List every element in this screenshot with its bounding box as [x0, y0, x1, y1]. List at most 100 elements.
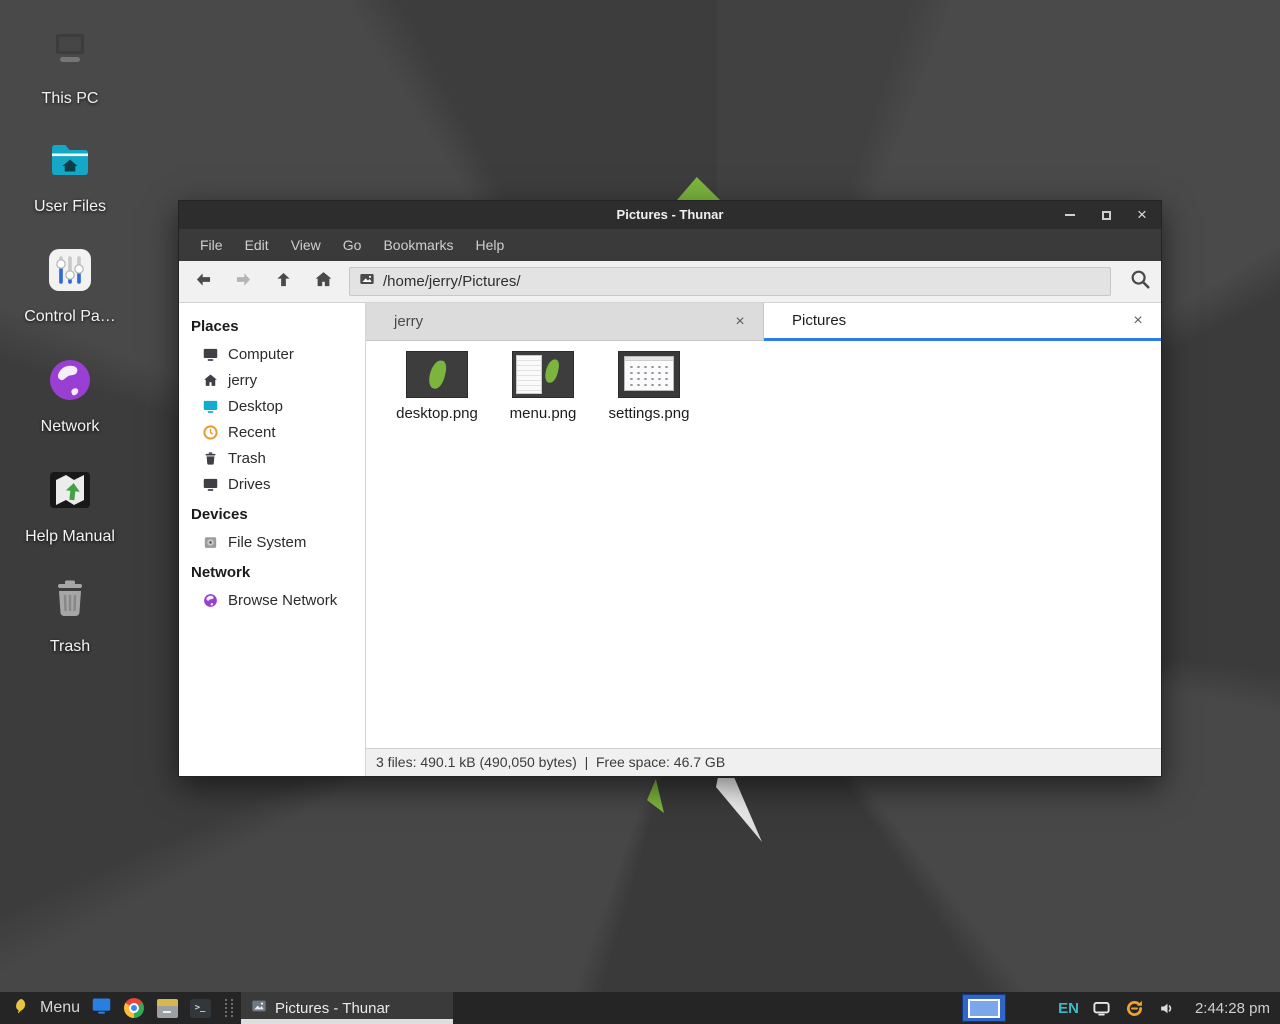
up-arrow-icon — [273, 269, 294, 295]
sidebar-item-jerry[interactable]: jerry — [179, 367, 365, 393]
network-globe-icon — [46, 356, 94, 409]
forward-arrow-icon — [233, 269, 254, 295]
volume-icon[interactable] — [1158, 999, 1177, 1018]
file-menu-png[interactable]: menu.png — [496, 351, 590, 422]
sidebar-item-label: Desktop — [228, 398, 283, 415]
clock-icon — [201, 423, 219, 441]
file-settings-png[interactable]: settings.png — [602, 351, 696, 422]
titlebar[interactable]: Pictures - Thunar × — [179, 201, 1161, 229]
tab-close-icon[interactable]: × — [1129, 312, 1147, 330]
toolbar: /home/jerry/Pictures/ — [179, 261, 1161, 303]
close-button[interactable]: × — [1135, 208, 1149, 222]
user-files-folder-icon — [46, 136, 94, 189]
wallpaper-logo-fragment-green-bottom — [647, 779, 664, 813]
menu-logo-button[interactable] — [8, 992, 32, 1024]
home-button[interactable] — [307, 266, 339, 298]
desktop-icon-trash[interactable]: Trash — [10, 576, 130, 656]
tab-bar: jerry × Pictures × — [366, 303, 1161, 341]
file-list[interactable]: desktop.png menu.png settings.png — [366, 341, 1161, 748]
desktop-icon-network[interactable]: Network — [10, 356, 130, 436]
maximize-button[interactable] — [1099, 208, 1113, 222]
sidebar-item-file-system[interactable]: File System — [179, 529, 365, 555]
path-bar[interactable]: /home/jerry/Pictures/ — [349, 267, 1111, 296]
wallpaper-logo-fragment-white — [716, 778, 762, 842]
menu-go[interactable]: Go — [332, 229, 373, 261]
distro-feather-icon — [12, 996, 29, 1021]
menu-file[interactable]: File — [189, 229, 234, 261]
menu-png-thumbnail — [512, 351, 574, 398]
desktop-icon-label: Help Manual — [25, 528, 115, 546]
chrome-launcher[interactable] — [122, 992, 146, 1024]
panel-separator-handle — [225, 999, 233, 1017]
clock[interactable]: 2:44:28 pm — [1195, 1000, 1270, 1017]
active-workspace — [968, 999, 1000, 1018]
workspace-switcher[interactable] — [962, 994, 1006, 1022]
back-arrow-icon — [193, 269, 214, 295]
menu-bookmarks[interactable]: Bookmarks — [372, 229, 464, 261]
globe-icon — [201, 591, 219, 609]
minimize-button[interactable] — [1063, 208, 1077, 222]
search-button[interactable] — [1119, 261, 1161, 303]
taskbar-window-button[interactable]: Pictures - Thunar — [241, 992, 453, 1024]
sidebar-item-trash[interactable]: Trash — [179, 445, 365, 471]
tab-pictures[interactable]: Pictures × — [764, 303, 1161, 341]
file-manager-launcher[interactable] — [155, 992, 179, 1024]
search-icon — [1129, 268, 1151, 295]
desktop-icon-control-panel[interactable]: Control Pa… — [10, 246, 130, 326]
menu-button[interactable]: Menu — [40, 999, 80, 1017]
update-manager-icon[interactable] — [1124, 998, 1145, 1019]
settings-png-thumbnail — [618, 351, 680, 398]
trash-icon — [46, 576, 94, 629]
menu-view[interactable]: View — [280, 229, 332, 261]
sidebar-item-desktop[interactable]: Desktop — [179, 393, 365, 419]
terminal-icon: >_ — [190, 999, 211, 1018]
sidebar-item-recent[interactable]: Recent — [179, 419, 365, 445]
sidebar: Places Computer jerry Desktop Recent Tra… — [179, 303, 366, 776]
sidebar-item-label: jerry — [228, 372, 257, 389]
display-tray-icon[interactable] — [1092, 999, 1111, 1018]
thunar-window: Pictures - Thunar × File Edit View Go Bo… — [178, 200, 1162, 777]
desktop-monitor-icon — [201, 397, 219, 415]
menubar: File Edit View Go Bookmarks Help — [179, 229, 1161, 261]
file-name: menu.png — [510, 405, 577, 422]
image-file-icon — [359, 271, 375, 292]
up-button[interactable] — [267, 266, 299, 298]
sidebar-header-places: Places — [179, 309, 365, 341]
home-icon — [201, 371, 219, 389]
blue-window-icon — [91, 995, 112, 1021]
sidebar-header-devices: Devices — [179, 497, 365, 529]
forward-button[interactable] — [227, 266, 259, 298]
desktop-icon-label: This PC — [42, 90, 99, 108]
sidebar-item-drives[interactable]: Drives — [179, 471, 365, 497]
desktop-icon-help-manual[interactable]: Help Manual — [10, 466, 130, 546]
desktop-png-thumbnail — [406, 351, 468, 398]
desktop-icon-label: Control Pa… — [24, 308, 116, 326]
show-desktop-button[interactable] — [89, 992, 113, 1024]
window-title: Pictures - Thunar — [179, 201, 1161, 229]
desktop-icon-this-pc[interactable]: This PC — [10, 28, 130, 108]
sidebar-item-label: File System — [228, 534, 306, 551]
file-desktop-png[interactable]: desktop.png — [390, 351, 484, 422]
sidebar-item-label: Browse Network — [228, 592, 337, 609]
menu-help[interactable]: Help — [465, 229, 516, 261]
sidebar-item-browse-network[interactable]: Browse Network — [179, 587, 365, 613]
trash-icon — [201, 449, 219, 467]
back-button[interactable] — [187, 266, 219, 298]
menu-edit[interactable]: Edit — [234, 229, 280, 261]
path-text: /home/jerry/Pictures/ — [383, 273, 521, 290]
tab-close-icon[interactable]: × — [731, 313, 749, 331]
sidebar-item-label: Computer — [228, 346, 294, 363]
help-manual-icon — [46, 466, 94, 519]
keyboard-layout-indicator[interactable]: EN — [1058, 1000, 1079, 1017]
taskbar-window-label: Pictures - Thunar — [275, 1000, 390, 1017]
desktop-icon-label: Network — [41, 418, 100, 436]
file-cabinet-icon — [157, 999, 178, 1018]
desktop-icon-label: Trash — [50, 638, 90, 656]
computer-monitor-icon — [201, 345, 219, 363]
desktop-icon-user-files[interactable]: User Files — [10, 136, 130, 216]
terminal-launcher[interactable]: >_ — [188, 992, 212, 1024]
tab-jerry[interactable]: jerry × — [366, 303, 764, 341]
sidebar-item-computer[interactable]: Computer — [179, 341, 365, 367]
file-name: settings.png — [609, 405, 690, 422]
system-tray: EN 2:44:28 pm — [1058, 998, 1280, 1019]
